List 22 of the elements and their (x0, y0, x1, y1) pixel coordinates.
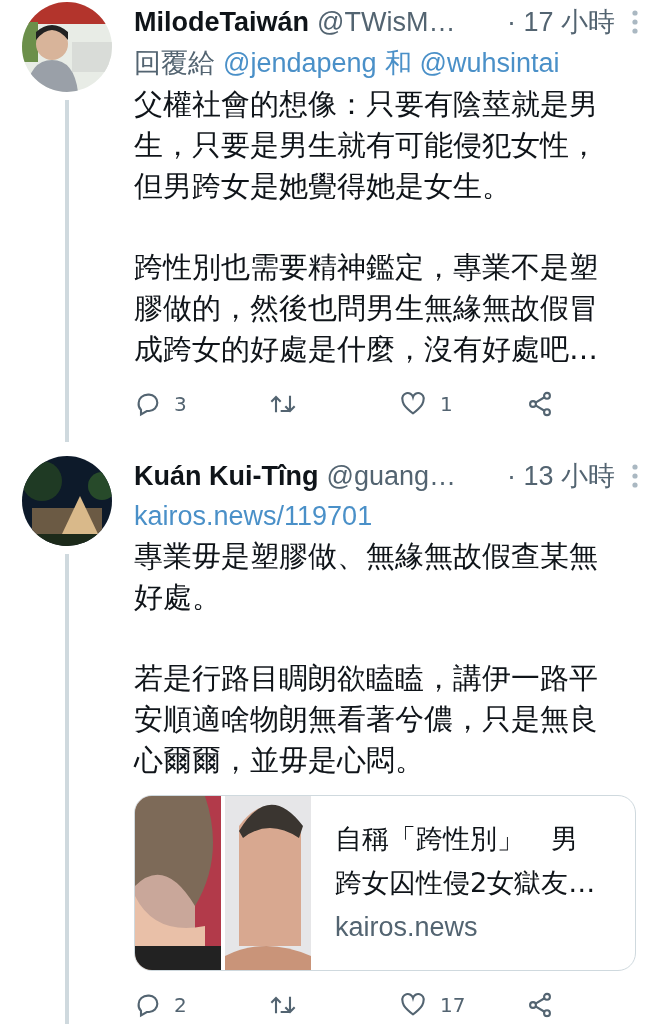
timestamp: · 17 小時 (506, 5, 615, 39)
reply-count: 2 (174, 992, 187, 1019)
user-name[interactable]: Kuán Kui-Tîng (134, 455, 319, 497)
user-handle: @TWisM… (317, 5, 456, 39)
tweet-text: 跨性別也需要精神鑑定，專業不是塑膠做的，然後也問男生無緣無故假冒成跨女的好處是什麼，沒有好處吧… (134, 249, 599, 368)
user-name[interactable]: MilodeTaiwán (134, 1, 309, 43)
user-handle: @guang… (326, 459, 456, 493)
share-icon[interactable] (526, 390, 554, 418)
card-title: 自稱「跨性別」 男 (335, 822, 579, 856)
card-title: 跨女囚性侵2女獄友… (335, 866, 596, 900)
tweet-text: 若是行路目睭朗欲瞌瞌，講伊一路平安順適啥物朗無看著兮儂，只是無良心爾爾，並毋是心悶。 (134, 660, 599, 779)
card-domain: kairos.news (335, 911, 479, 944)
like-count: 17 (440, 992, 466, 1019)
tweet-text: 專業毋是塑膠做、無緣無故假查某無好處。 (134, 538, 599, 616)
like-count: 1 (440, 391, 453, 418)
tweet-text: 父權社會的想像：只要有陰莖就是男生，只要是男生就有可能侵犯女性，但男跨女是她覺得她是女生。 (134, 86, 599, 205)
timestamp: · 13 小時 (506, 459, 615, 493)
link-card[interactable]: 自稱「跨性別」 男 跨女囚性侵2女獄友… kairos.news (134, 795, 636, 971)
reply-joiner: 和 (384, 46, 412, 80)
reply-label: 回覆給 (134, 46, 215, 80)
share-icon[interactable] (526, 991, 554, 1019)
reply-count: 3 (174, 391, 187, 418)
